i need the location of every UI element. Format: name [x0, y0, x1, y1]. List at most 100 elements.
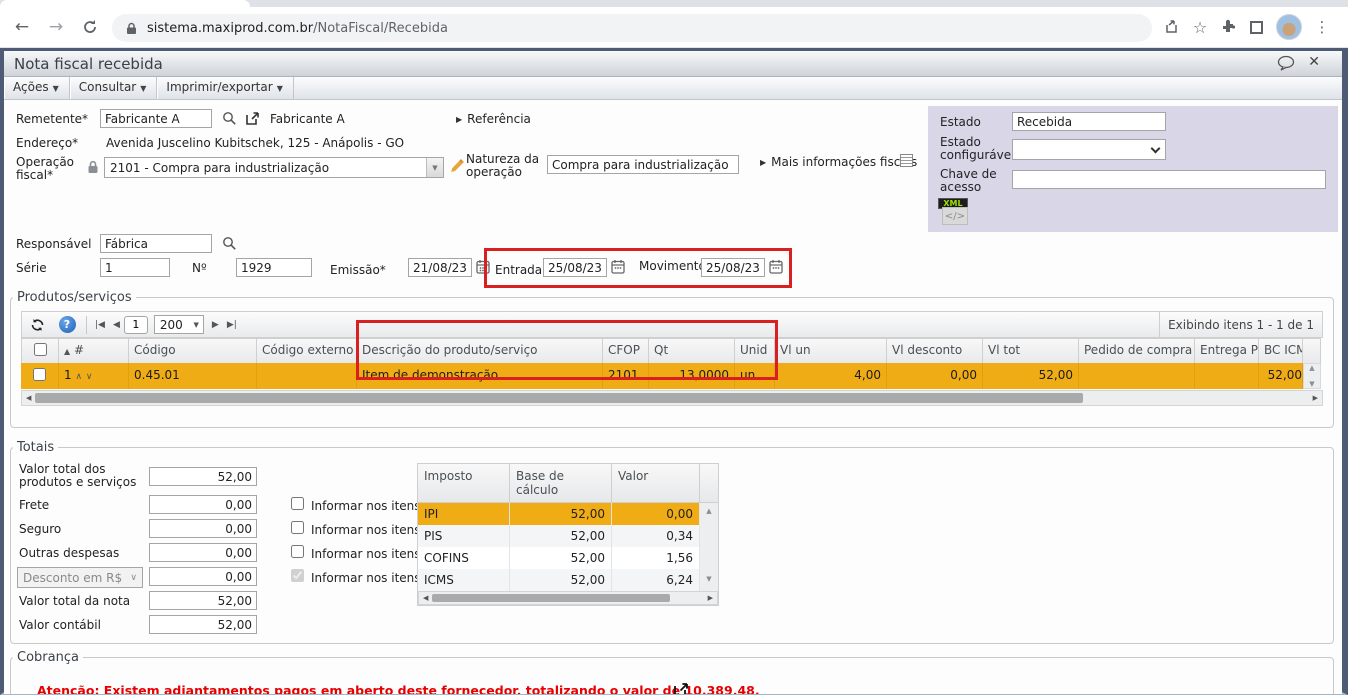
valor-contabil-input[interactable]	[149, 615, 257, 634]
last-page-icon[interactable]: ▶|	[227, 320, 237, 330]
impostos-scroll-down-icon[interactable]: ▼	[700, 569, 718, 591]
frete-informar-checkbox[interactable]	[291, 497, 304, 510]
scroll-left-icon[interactable]: ◀	[22, 394, 35, 402]
search-icon[interactable]	[222, 236, 237, 254]
row-checkbox[interactable]	[33, 368, 46, 381]
search-icon[interactable]	[222, 111, 237, 129]
header-codigo[interactable]: Código	[129, 338, 257, 364]
movimento-input[interactable]	[701, 258, 765, 277]
triangle-right-icon: ▶	[760, 158, 767, 167]
header-entrega-pc[interactable]: Entrega PC	[1195, 338, 1259, 364]
xml-file-icon[interactable]: XML </>	[938, 198, 968, 225]
outras-informar-checkbox[interactable]	[291, 545, 304, 558]
estado-configuravel-select[interactable]	[1012, 139, 1166, 160]
side-panel-icon[interactable]	[1242, 13, 1270, 41]
toolbar-divider	[86, 315, 87, 334]
chave-acesso-input[interactable]	[1012, 170, 1326, 189]
header-vl-tot[interactable]: Vl tot	[983, 338, 1079, 364]
menu-consultar[interactable]: Consultar ▼	[69, 77, 158, 99]
numero-input[interactable]	[236, 258, 312, 277]
move-down-icon[interactable]: ∨	[86, 372, 93, 382]
outras-despesas-input[interactable]	[149, 543, 257, 562]
remetente-link[interactable]: Fabricante A	[270, 113, 345, 126]
impostos-scroll-up-icon[interactable]: ▲	[700, 503, 718, 525]
seguro-informar-checkbox[interactable]	[291, 521, 304, 534]
close-icon[interactable]: ✕	[1308, 54, 1320, 70]
natureza-input[interactable]	[547, 155, 739, 174]
serie-input[interactable]	[100, 258, 170, 277]
header-select-all[interactable]	[21, 338, 59, 364]
menu-imprimir-exportar[interactable]: Imprimir/exportar ▼	[157, 77, 294, 99]
scroll-right-icon[interactable]: ▶	[1309, 394, 1322, 402]
header-pedido-compra[interactable]: Pedido de compra	[1079, 338, 1195, 364]
bookmark-star-icon[interactable]: ☆	[1186, 13, 1214, 41]
scroll-right-icon[interactable]: ▶	[704, 594, 717, 602]
desconto-informar-checkbox	[291, 569, 304, 582]
calendar-icon[interactable]	[611, 259, 625, 277]
header-vl-un[interactable]: Vl un	[775, 338, 887, 364]
fiscal-status-panel: Estado Estado configurável Chave de aces…	[928, 106, 1338, 232]
header-bc-icms[interactable]: BC ICMS	[1259, 338, 1303, 364]
desconto-input[interactable]	[149, 567, 257, 586]
horizontal-scrollbar[interactable]: ◀ ▶	[21, 390, 1323, 406]
estado-input[interactable]	[1012, 112, 1166, 131]
row-pedido	[1079, 363, 1195, 389]
share-icon[interactable]	[1158, 13, 1186, 41]
open-external-icon[interactable]	[245, 110, 261, 129]
seguro-input[interactable]	[149, 519, 257, 538]
impostos-header-valor[interactable]: Valor	[612, 464, 700, 503]
impostos-header-imposto[interactable]: Imposto	[418, 464, 510, 503]
page-number-input[interactable]	[123, 315, 148, 334]
impostos-header-base[interactable]: Base de cálculo	[510, 464, 612, 503]
header-vl-desconto[interactable]: Vl desconto	[887, 338, 983, 364]
comment-bubble-icon[interactable]	[1277, 55, 1296, 74]
back-icon[interactable]: ←	[8, 13, 36, 41]
outras-despesas-label: Outras despesas	[19, 546, 120, 560]
reload-icon[interactable]	[76, 13, 104, 41]
profile-avatar[interactable]	[1276, 14, 1302, 40]
referencia-toggle[interactable]: ▶ Referência	[456, 112, 531, 126]
impostos-horizontal-scrollbar[interactable]: ◀ ▶	[418, 591, 718, 605]
imposto-row-icms[interactable]: ICMS 52,00 6,24 ▼	[418, 569, 718, 591]
extensions-puzzle-icon[interactable]	[1214, 13, 1242, 41]
imposto-row-pis[interactable]: PIS 52,00 0,34	[418, 525, 718, 547]
forward-icon[interactable]: →	[42, 13, 70, 41]
notes-list-icon[interactable]	[900, 154, 913, 167]
operacao-fiscal-select[interactable]: 2101 - Compra para industrialização ▼	[104, 157, 444, 178]
emissao-input[interactable]	[408, 258, 472, 277]
scrollbar-thumb[interactable]	[432, 594, 671, 602]
frete-input[interactable]	[149, 495, 257, 514]
menu-dots-icon[interactable]: ⋮	[1308, 13, 1336, 41]
row-select-cell[interactable]	[21, 363, 59, 389]
chevron-down-icon	[1150, 143, 1161, 153]
header-codigo-externo[interactable]: Código externo	[257, 338, 357, 364]
page-size-select[interactable]: 200 ▼	[153, 315, 204, 334]
scrollbar-thumb[interactable]	[35, 393, 1084, 403]
move-up-icon[interactable]: ∧	[75, 372, 82, 382]
help-icon[interactable]: ?	[54, 314, 80, 335]
entrada-input[interactable]	[543, 258, 607, 277]
imposto-row-ipi[interactable]: IPI 52,00 0,00 ▲	[418, 503, 718, 525]
imposto-row-cofins[interactable]: COFINS 52,00 1,56	[418, 547, 718, 569]
valor-total-nota-input[interactable]	[149, 591, 257, 610]
prev-page-icon[interactable]: ◀	[113, 320, 120, 330]
scroll-left-icon[interactable]: ◀	[419, 594, 432, 602]
url-bar[interactable]: sistema.maxiprod.com.br/NotaFiscal/Receb…	[112, 14, 1152, 42]
refresh-icon[interactable]	[24, 314, 50, 335]
header-num[interactable]: ▲ #	[59, 338, 129, 364]
form-content: Remetente* Fabricante A ▶Referência Ende…	[4, 100, 1342, 694]
first-page-icon[interactable]: |◀	[95, 320, 105, 330]
pencil-edit-icon[interactable]	[450, 157, 465, 177]
vertical-scrollbar[interactable]: ▲ ▼	[1303, 363, 1321, 389]
desconto-tipo-select[interactable]: Desconto em R$ ∨	[17, 567, 143, 588]
valor-total-produtos-input[interactable]	[149, 467, 257, 486]
mais-informacoes-fiscais-toggle[interactable]: ▶ Mais informações fiscais	[760, 155, 917, 169]
responsavel-input[interactable]	[100, 234, 212, 253]
calendar-icon[interactable]	[769, 259, 783, 277]
next-page-icon[interactable]: ▶	[212, 320, 219, 330]
remetente-label: Remetente*	[16, 112, 89, 126]
remetente-input[interactable]	[100, 109, 212, 128]
select-all-checkbox[interactable]	[33, 343, 47, 356]
menu-acoes[interactable]: Ações ▼	[4, 77, 70, 99]
open-external-icon[interactable]	[673, 681, 690, 694]
